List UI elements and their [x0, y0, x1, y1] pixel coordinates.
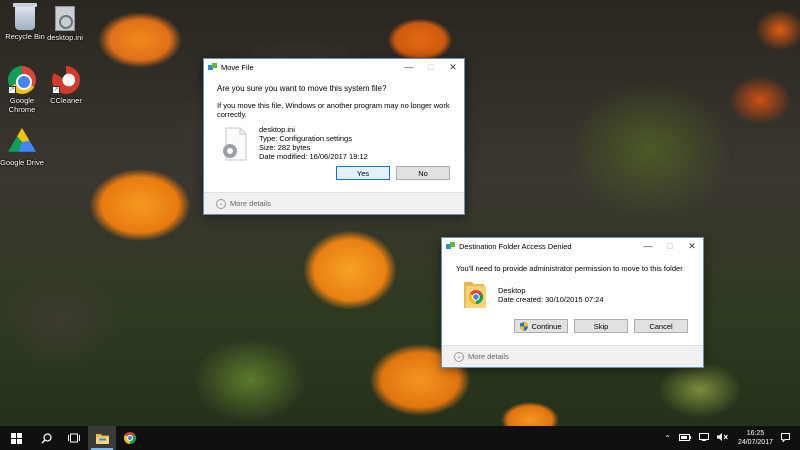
minimize-button[interactable]: —: [398, 59, 420, 75]
continue-label: Continue: [531, 321, 562, 331]
close-button[interactable]: ✕: [442, 59, 464, 75]
battery-icon[interactable]: [678, 433, 691, 443]
volume-muted-icon[interactable]: [716, 433, 728, 443]
taskbar-file-explorer[interactable]: [88, 426, 116, 450]
desktop-icon-ccleaner[interactable]: ↗ CCleaner: [43, 66, 89, 105]
file-type: Type: Configuration settings: [259, 134, 352, 143]
no-button[interactable]: No: [396, 166, 450, 180]
recycle-bin-icon: [13, 3, 37, 30]
move-file-dialog: Move File — □ ✕ Are you sure you want to…: [203, 58, 465, 215]
titlebar[interactable]: Destination Folder Access Denied — □ ✕: [442, 238, 703, 254]
file-move-icon: [208, 63, 217, 71]
desktop-icon-google-chrome[interactable]: ↗ Google Chrome: [0, 66, 45, 114]
desktop-icon-desktop-ini[interactable]: desktop.ini: [42, 6, 88, 42]
dialog-message: You'll need to provide administrator per…: [456, 264, 683, 273]
google-drive-icon: [8, 128, 36, 152]
taskbar: ⌃ 16:25 24/07/2017: [0, 426, 800, 450]
task-view-icon: [68, 433, 80, 443]
chevron-down-icon: ⌄: [216, 198, 226, 209]
file-move-icon: [446, 242, 455, 250]
item-name: Desktop: [498, 286, 526, 295]
file-explorer-icon: [95, 433, 109, 444]
dialog-title: Move File: [221, 62, 254, 72]
desktop-icon-label: Google Drive: [0, 158, 44, 167]
shortcut-arrow-icon: ↗: [8, 86, 16, 94]
system-tray: ⌃ 16:25 24/07/2017: [660, 426, 794, 450]
continue-button[interactable]: Continue: [514, 319, 568, 333]
file-thumbnail: [220, 127, 250, 161]
chevron-down-icon: ⌄: [454, 351, 464, 362]
windows-logo-icon: [10, 432, 22, 444]
close-button[interactable]: ✕: [681, 238, 703, 254]
file-modified: Date modified: 16/06/2017 19:12: [259, 152, 368, 161]
chrome-icon: ↗: [8, 66, 36, 94]
desktop-icon-label: desktop.ini: [47, 33, 83, 42]
folder-icon: [464, 282, 486, 308]
network-icon[interactable]: [698, 433, 709, 443]
search-button[interactable]: [32, 426, 60, 450]
file-size: Size: 282 bytes: [259, 143, 311, 152]
shortcut-arrow-icon: ↗: [52, 86, 60, 94]
skip-button[interactable]: Skip: [574, 319, 628, 333]
start-button[interactable]: [0, 426, 32, 450]
clock[interactable]: 16:25 24/07/2017: [738, 429, 773, 447]
more-details-toggle[interactable]: ⌄ More details: [442, 345, 703, 367]
dialog-question: Are you sure you want to move this syste…: [217, 84, 387, 93]
desktop-icon-google-drive[interactable]: Google Drive: [0, 128, 45, 167]
search-icon: [41, 432, 52, 443]
settings-file-icon: [55, 6, 75, 31]
clock-time: 16:25: [746, 430, 765, 437]
yes-button[interactable]: Yes: [336, 166, 390, 180]
cancel-button[interactable]: Cancel: [634, 319, 688, 333]
minimize-button[interactable]: —: [637, 238, 659, 254]
clock-date: 24/07/2017: [737, 439, 773, 446]
shield-icon: [520, 321, 529, 331]
more-details-label: More details: [230, 199, 271, 208]
more-details-toggle[interactable]: ⌄ More details: [204, 192, 464, 214]
titlebar[interactable]: Move File — □ ✕: [204, 59, 464, 75]
dialog-warning: If you move this file, Windows or anothe…: [217, 101, 450, 119]
maximize-button: □: [428, 62, 434, 72]
settings-file-icon: [223, 127, 247, 161]
desktop-icon-label: CCleaner: [50, 96, 82, 105]
dialog-title: Destination Folder Access Denied: [459, 241, 572, 251]
notifications-icon[interactable]: [781, 432, 790, 444]
task-view-button[interactable]: [60, 426, 88, 450]
more-details-label: More details: [468, 352, 509, 361]
desktop-icon-label: Google Chrome: [8, 96, 36, 114]
maximize-button: □: [667, 241, 673, 251]
item-created: Date created: 30/10/2015 07:24: [498, 295, 604, 304]
chrome-icon: [124, 432, 136, 444]
taskbar-chrome[interactable]: [116, 426, 144, 450]
ccleaner-icon: ↗: [52, 66, 80, 94]
folder-thumbnail: [462, 278, 490, 310]
chevron-up-icon[interactable]: ⌃: [664, 434, 671, 443]
access-denied-dialog: Destination Folder Access Denied — □ ✕ Y…: [441, 237, 704, 368]
file-name: desktop.ini: [259, 125, 295, 134]
